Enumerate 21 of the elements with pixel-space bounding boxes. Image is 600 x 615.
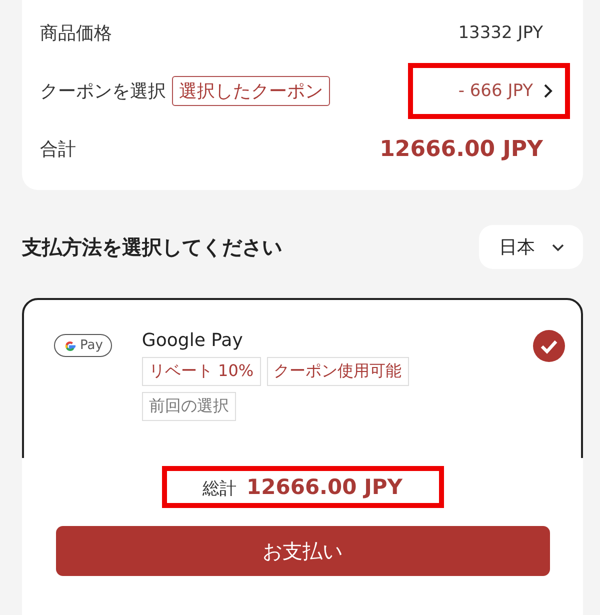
coupon-discount[interactable]: - 666 JPY [458, 81, 533, 101]
region-dropdown[interactable]: 日本 [479, 225, 583, 269]
method-tag: 前回の選択 [142, 392, 236, 421]
grand-total-label: 総計 [202, 478, 236, 500]
grand-total-amount: 12666.00 JPY [246, 475, 402, 499]
price-value: 13332 JPY [458, 23, 543, 43]
row-label: 商品価格 [40, 22, 112, 45]
payment-method-card[interactable]: Pay Google Pay リベート 10% クーポン使用可能 前回の選択 [22, 298, 583, 458]
chevron-right-icon[interactable] [543, 83, 553, 99]
method-name: Google Pay [142, 330, 244, 351]
section-title: 支払方法を選択してください [22, 234, 282, 260]
payment-logo: Pay [54, 334, 112, 357]
total-amount: 12666.00 JPY [380, 136, 543, 162]
row-label: クーポンを選択 [40, 80, 166, 103]
coupon-tag[interactable]: 選択したクーポン [172, 76, 330, 106]
pay-button[interactable]: お支払い [56, 526, 550, 576]
method-tag: クーポン使用可能 [266, 357, 409, 386]
method-tag: リベート 10% [142, 357, 261, 386]
g-logo-icon [63, 338, 77, 352]
chevron-down-icon [551, 242, 565, 252]
row-label: 合計 [40, 138, 76, 161]
